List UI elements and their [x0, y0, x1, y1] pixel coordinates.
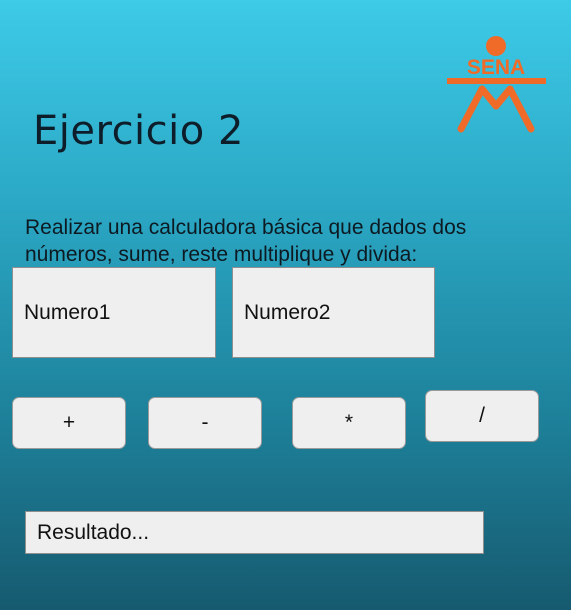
add-button[interactable]: +: [12, 397, 126, 449]
divide-button[interactable]: /: [425, 390, 539, 442]
numero2-input[interactable]: [232, 267, 435, 358]
logo-text: SENA: [467, 56, 525, 79]
sena-logo: SENA: [445, 34, 549, 134]
sena-logo-icon: SENA: [447, 36, 546, 133]
result-field[interactable]: [25, 511, 484, 554]
exercise-description: Realizar una calculadora básica que dado…: [25, 216, 467, 266]
numero1-input[interactable]: [12, 267, 216, 358]
page-title: Ejercicio 2: [33, 108, 244, 154]
multiply-button[interactable]: *: [292, 397, 406, 449]
subtract-button[interactable]: -: [148, 397, 262, 449]
